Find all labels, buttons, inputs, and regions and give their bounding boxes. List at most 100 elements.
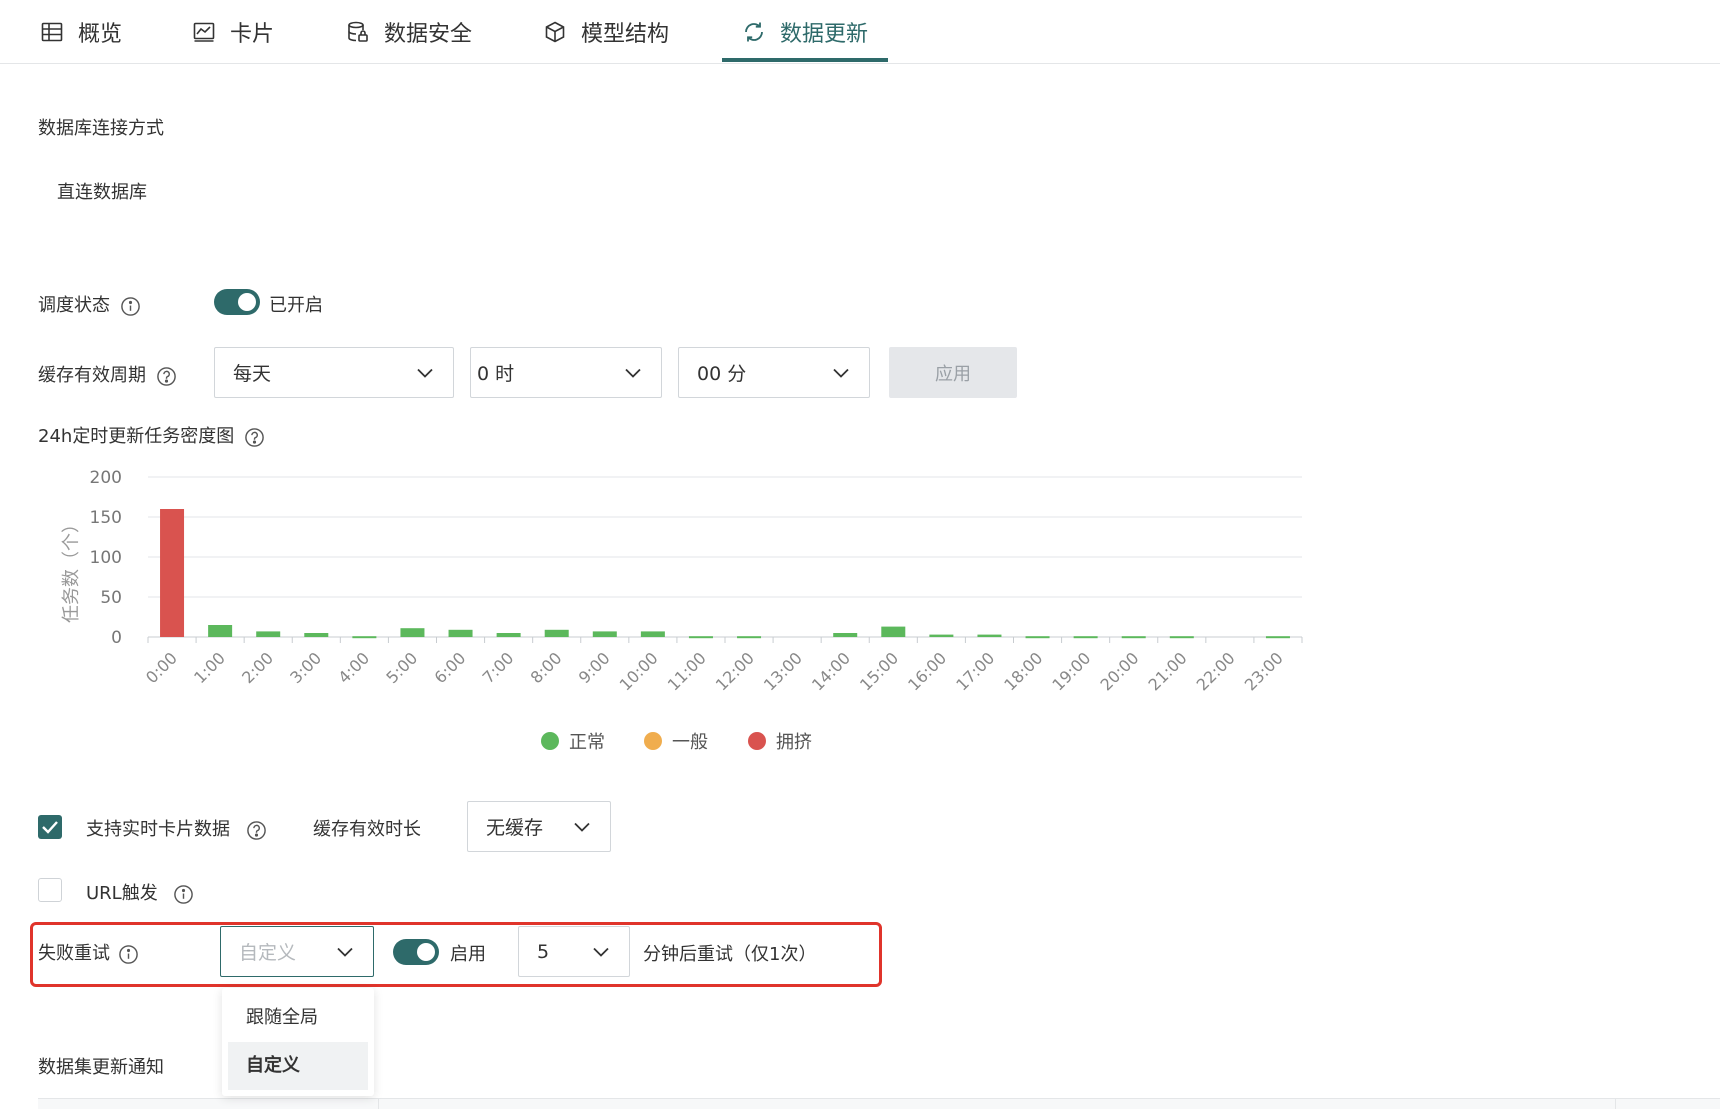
schedule-toggle[interactable] [214,289,260,315]
tab-cards[interactable]: 卡片 [192,0,274,63]
checkmark-icon [42,821,58,834]
tab-label: 数据安全 [384,21,473,47]
bar [160,509,185,637]
legend-dot [644,732,662,750]
x-tick-label: 17:00 [952,648,998,694]
refresh-icon [745,22,763,41]
bar [640,631,665,637]
hour-select[interactable]: 0 时 [470,347,662,398]
info-icon[interactable] [118,944,139,965]
y-tick-label: 200 [90,468,122,488]
legend-item-medium[interactable]: 一般 [644,728,708,754]
cache-period-label: 缓存有效周期 [38,361,177,387]
tab-label: 卡片 [230,21,275,47]
info-icon[interactable] [173,884,194,905]
x-tick-label: 10:00 [616,648,662,694]
tab-data-update[interactable]: 数据更新 [742,0,868,63]
x-tick-label: 22:00 [1193,648,1239,694]
legend-label: 拥挤 [776,732,812,753]
bar [1169,636,1194,639]
bar [256,631,281,637]
cache-duration-label: 缓存有效时长 [313,819,421,840]
chart-title-text: 24h定时更新任务密度图 [38,426,235,447]
legend-item-normal[interactable]: 正常 [541,728,605,754]
bar [544,629,569,637]
bar [592,631,617,637]
chevron-down-icon [337,947,353,957]
y-tick-label: 100 [90,548,122,568]
bar [496,633,521,637]
chart-line-icon [193,22,215,42]
x-tick-label: 11:00 [664,648,710,694]
x-tick-label: 16:00 [904,648,950,694]
bar [304,633,329,637]
help-icon[interactable] [246,820,267,841]
retry-toggle[interactable] [393,939,439,965]
notify-table-header [38,1098,1720,1109]
minute-select[interactable]: 00 分 [678,347,870,398]
connection-value: 直连数据库 [57,182,147,203]
bar [688,636,713,639]
x-tick-label: 0:00 [142,648,181,687]
bar [1073,636,1098,639]
active-tab-indicator [722,58,888,62]
retry-suffix: 分钟后重试（仅1次） [643,944,817,965]
x-tick-label: 23:00 [1241,648,1287,694]
cache-duration-value: 无缓存 [486,817,544,839]
cube-icon [545,21,565,42]
chevron-down-icon [625,368,641,378]
x-tick-label: 12:00 [712,648,758,694]
frequency-value: 每天 [233,363,272,385]
x-tick-label: 8:00 [527,648,566,687]
x-tick-label: 20:00 [1096,648,1142,694]
frequency-select[interactable]: 每天 [214,347,454,398]
chevron-down-icon [574,822,590,832]
tab-model-structure[interactable]: 模型结构 [543,0,669,63]
legend-item-congested[interactable]: 拥挤 [748,728,812,754]
x-tick-label: 14:00 [808,648,854,694]
info-icon[interactable] [120,296,141,317]
tab-overview[interactable]: 概览 [40,0,122,63]
bar [881,626,906,637]
retry-toggle-text: 启用 [450,944,486,965]
chevron-down-icon [833,368,849,378]
bar [737,636,762,639]
apply-button[interactable]: 应用 [889,347,1017,398]
x-tick-label: 1:00 [190,648,229,687]
bar [929,634,954,637]
legend-dot [748,732,766,750]
apply-button-label: 应用 [935,363,971,385]
database-lock-icon [348,21,368,42]
y-tick-label: 150 [90,508,122,528]
bar [1121,636,1146,639]
x-tick-label: 6:00 [431,648,470,687]
y-tick-label: 50 [100,588,122,608]
retry-minutes-select[interactable]: 5 [518,926,630,977]
legend-label: 正常 [569,732,605,753]
dropdown-option-follow-global[interactable]: 跟随全局 [228,994,368,1042]
chart-title: 24h定时更新任务密度图 [38,422,265,448]
dropdown-option-custom[interactable]: 自定义 [228,1042,368,1090]
bar [833,633,858,637]
retry-mode-select[interactable]: 自定义 [220,926,374,977]
cache-duration-select[interactable]: 无缓存 [467,801,611,852]
help-icon[interactable] [244,427,265,448]
y-axis-label: 任务数（个） [61,515,82,623]
bar [352,636,377,639]
realtime-checkbox[interactable] [38,815,62,839]
schedule-status: 已开启 [269,295,323,316]
bar [400,628,425,637]
tab-bar: 概览 卡片 数据安全 模型结构 数据更新 [0,0,1720,64]
bar [1025,636,1050,639]
notify-title: 数据集更新通知 [38,1057,164,1078]
realtime-label: 支持实时卡片数据 [86,815,267,841]
chevron-down-icon [593,947,609,957]
x-tick-label: 13:00 [760,648,806,694]
url-trigger-checkbox[interactable] [38,878,62,902]
x-tick-label: 2:00 [238,648,277,687]
retry-label-text: 失败重试 [38,943,110,964]
tab-data-security[interactable]: 数据安全 [346,0,472,63]
task-density-chart: 0 50 100 150 200 任务数（个） 0:00 1:00 2:00 3:00 4:00 5:… [61,468,1303,694]
x-tick-label: 7:00 [479,648,518,687]
help-icon[interactable] [156,366,177,387]
